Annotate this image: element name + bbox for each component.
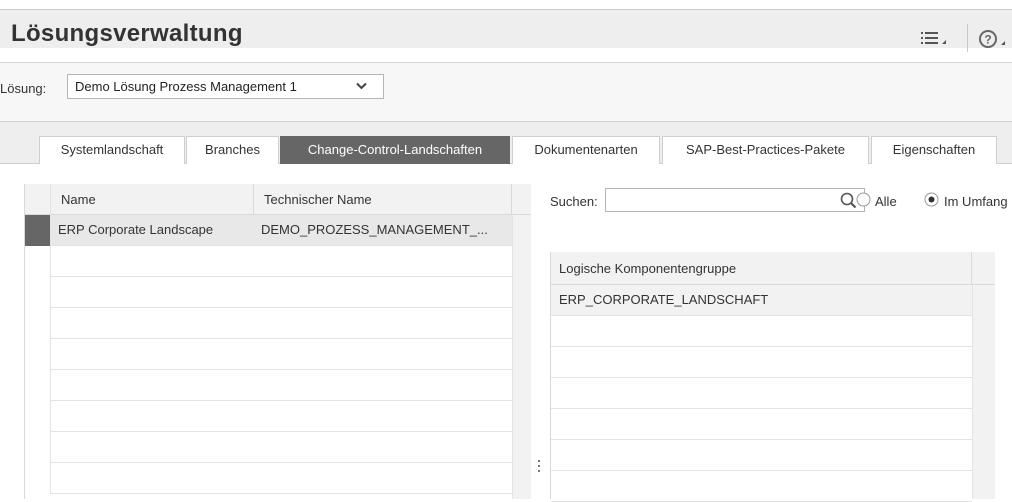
row-selector: [25, 277, 51, 308]
table-row[interactable]: ERP Corporate Landscape DEMO_PROZESS_MAN…: [25, 215, 512, 246]
row-selector: [25, 246, 51, 277]
help-icon[interactable]: ?: [977, 30, 1012, 51]
table-row[interactable]: ERP_CORPORATE_LANDSCHAFT: [551, 285, 972, 316]
header-scroll-spacer: [512, 184, 531, 215]
table-row-empty: [25, 308, 512, 339]
search-icon[interactable]: [840, 192, 857, 209]
table-row-empty: [25, 246, 512, 277]
tab-systemlandschaft[interactable]: Systemlandschaft: [39, 136, 185, 164]
cell-name: ERP Corporate Landscape: [58, 222, 214, 237]
table-row-empty: [551, 378, 972, 409]
radio-alle[interactable]: [856, 192, 871, 207]
table-row-empty: [25, 401, 512, 432]
cell-technical-name: DEMO_PROZESS_MANAGEMENT_...: [261, 222, 488, 237]
row-selector: [25, 463, 51, 494]
column-header-technical-name[interactable]: Technischer Name: [254, 184, 512, 215]
solution-select-value: Demo Lösung Prozess Management 1: [75, 79, 297, 94]
row-selector-header[interactable]: [25, 184, 51, 215]
search-label: Suchen:: [550, 194, 598, 209]
table-row-empty: [551, 409, 972, 440]
row-selector: [25, 432, 51, 463]
search-input[interactable]: [605, 188, 865, 212]
header-separator: [967, 24, 968, 52]
row-selector: [25, 370, 51, 401]
chevron-down-icon: [356, 82, 367, 90]
table-row-empty: [551, 316, 972, 347]
solution-bar: Lösung: Demo Lösung Prozess Management 1: [0, 62, 1012, 122]
tab-content: Name Technischer Name ERP Corporate Land…: [0, 164, 1012, 502]
component-panel: Suchen: Alle Im Umfang Logische Komponen…: [542, 184, 1012, 502]
table-header: Logische Komponentengruppe: [551, 252, 995, 285]
splitter-handle-icon[interactable]: [538, 460, 541, 476]
page-header: Lösungsverwaltung ?: [0, 10, 1012, 52]
vertical-scrollbar[interactable]: [972, 285, 995, 499]
landscape-table: Name Technischer Name ERP Corporate Land…: [24, 184, 531, 499]
svg-text:?: ?: [984, 33, 991, 47]
table-row-empty: [551, 471, 972, 502]
tab-eigenschaften[interactable]: Eigenschaften: [871, 136, 997, 164]
list-menu-icon[interactable]: [921, 31, 949, 51]
table-row-empty: [25, 432, 512, 463]
tab-dokumentenarten[interactable]: Dokumentenarten: [512, 136, 660, 164]
radio-label-im-umfang[interactable]: Im Umfang: [944, 194, 1008, 209]
table-header: Name Technischer Name: [25, 184, 531, 215]
table-row-empty: [25, 277, 512, 308]
radio-im-umfang[interactable]: [924, 192, 939, 207]
row-selector[interactable]: [25, 215, 51, 246]
table-row-empty: [25, 370, 512, 401]
row-selector: [25, 401, 51, 432]
column-header-name[interactable]: Name: [51, 184, 254, 215]
tab-sap-best-practices-pakete[interactable]: SAP-Best-Practices-Pakete: [662, 136, 869, 164]
row-selector: [25, 308, 51, 339]
vertical-scrollbar[interactable]: [512, 215, 531, 499]
table-row-empty: [25, 339, 512, 370]
table-row-empty: [551, 440, 972, 471]
table-row-empty: [25, 463, 512, 494]
radio-label-alle[interactable]: Alle: [875, 194, 897, 209]
solution-label: Lösung:: [0, 81, 47, 96]
tab-change-control-landschaften[interactable]: Change-Control-Landschaften: [280, 136, 510, 164]
tab-branches[interactable]: Branches: [186, 136, 279, 164]
row-selector: [25, 339, 51, 370]
table-row-empty: [551, 347, 972, 378]
page-title: Lösungsverwaltung: [11, 20, 243, 47]
solution-select[interactable]: Demo Lösung Prozess Management 1: [67, 74, 384, 99]
component-group-table: Logische Komponentengruppe ERP_CORPORATE…: [550, 252, 995, 502]
column-header-logical-component-group[interactable]: Logische Komponentengruppe: [551, 252, 972, 285]
tab-bar: Systemlandschaft Branches Change-Control…: [0, 122, 1012, 164]
